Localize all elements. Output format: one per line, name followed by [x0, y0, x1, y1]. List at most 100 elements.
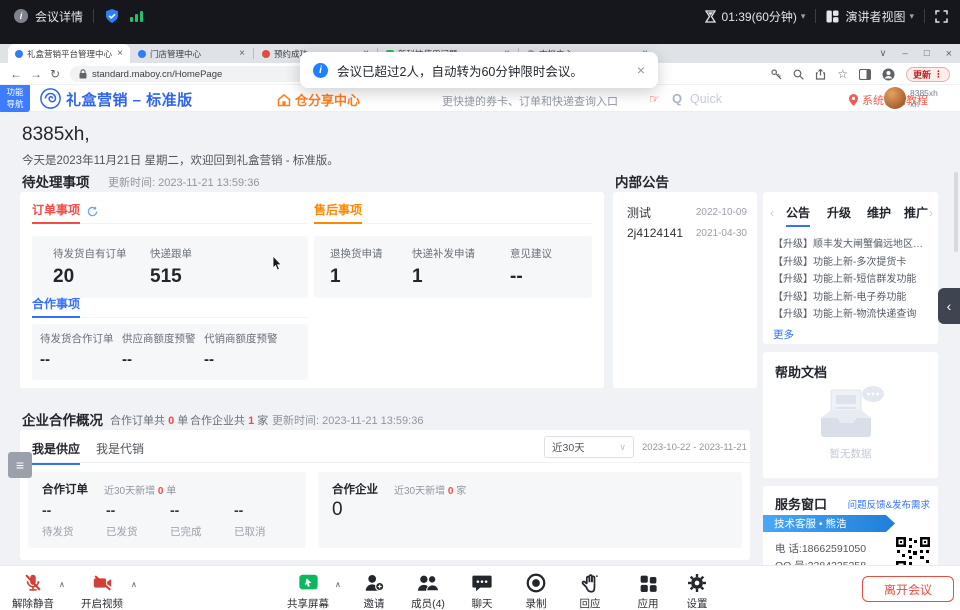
board-item[interactable]: 【升级】功能上新-多次提货卡 [773, 254, 931, 272]
panel-collapse-button[interactable]: ‹ [938, 288, 960, 324]
security-shield-icon[interactable] [104, 8, 120, 24]
back-icon[interactable]: ← [10, 67, 22, 81]
share-page-icon[interactable] [815, 69, 826, 80]
toast-close-icon[interactable]: × [637, 62, 645, 78]
stat-value: 1 [412, 266, 475, 288]
coop-orders-suffix: 单 [177, 415, 188, 427]
bookmark-star-icon[interactable]: ☆ [837, 67, 848, 81]
profile-icon[interactable] [882, 68, 895, 81]
window-close-icon[interactable]: × [946, 48, 952, 60]
quick-search-q-icon[interactable]: Q [672, 91, 682, 106]
window-maximize-icon[interactable]: □ [924, 48, 930, 59]
unmute-button[interactable]: 解除静音 [1, 571, 65, 610]
board-item[interactable]: 【升级】顺丰发大闸蟹偏远地区不成功问... [773, 236, 931, 254]
stat-value: -- [510, 266, 552, 288]
order-stats-box: 待发货自有订单20 快递跟单515 [32, 236, 308, 298]
page-scrollbar[interactable] [954, 172, 958, 252]
app-logo [40, 88, 61, 109]
board-next-icon[interactable]: › [929, 206, 933, 220]
more-vert-icon[interactable]: ⋮ [934, 69, 943, 80]
update-label: 更新 [913, 68, 931, 81]
mic-options-caret[interactable]: ∧ [59, 580, 65, 589]
network-signal-icon[interactable] [130, 11, 143, 22]
meeting-info-icon[interactable]: i [14, 9, 28, 23]
hourglass-icon [705, 10, 716, 23]
stat-value: -- [42, 502, 74, 518]
reload-icon[interactable]: ↻ [50, 67, 60, 81]
tab-close-icon[interactable]: × [117, 48, 123, 59]
share-center-link[interactable]: 仓分享中心 [277, 90, 360, 109]
window-minimize-icon[interactable]: – [903, 48, 908, 59]
view-dropdown-icon[interactable]: ▾ [909, 11, 914, 22]
share-screen-button[interactable]: 共享屏幕 [276, 571, 340, 610]
qq-label: QQ 号: [775, 558, 808, 565]
refresh-icon[interactable] [87, 206, 98, 217]
help-docs-title: 帮助文档 [775, 362, 827, 381]
coop-matters-tab[interactable]: 合作事项 [32, 294, 80, 318]
board-tab-notice[interactable]: 公告 [786, 204, 810, 227]
tab-favicon [15, 50, 23, 58]
fullscreen-icon[interactable] [935, 10, 948, 23]
stat-label: 已发货 [106, 524, 138, 539]
board-tab-upgrade[interactable]: 升级 [827, 204, 851, 221]
start-video-button[interactable]: 开启视频 [70, 571, 134, 610]
forward-icon[interactable]: → [30, 67, 42, 81]
stat-value: 515 [150, 266, 192, 288]
tab-i-am-supplier[interactable]: 我是供应 [32, 440, 80, 465]
password-key-icon[interactable] [771, 69, 782, 80]
coop-orders-total: 0 [168, 415, 174, 427]
notice-name: 2j4124141 [627, 226, 683, 240]
settings-button[interactable]: 设置 [665, 571, 729, 610]
browser-tab-1[interactable]: 礼盒营销平台管理中心 × [8, 44, 130, 63]
leave-meeting-button[interactable]: 离开会议 [862, 576, 954, 602]
tab-i-am-distributor[interactable]: 我是代销 [96, 440, 144, 457]
browser-tab-2[interactable]: 门店管理中心 × [131, 44, 252, 63]
function-nav-badge[interactable]: 功能 导航 [0, 85, 30, 112]
board-item[interactable]: 【升级】功能上新-物流快递查询 [773, 306, 931, 324]
board-tab-promo[interactable]: 推广 [904, 204, 928, 221]
order-matters-tab[interactable]: 订单事项 [32, 200, 80, 224]
floating-menu-widget[interactable]: ≡ [8, 452, 32, 478]
side-panel-icon[interactable] [859, 69, 871, 80]
reaction-button[interactable]: 回应 [558, 571, 622, 610]
video-options-caret[interactable]: ∧ [131, 580, 137, 589]
stat-label: 退换货申请 [330, 246, 383, 261]
meeting-toast: i 会议已超过2人，自动转为60分钟限时会议。 × [300, 52, 658, 88]
board-item[interactable]: 【升级】功能上新-电子券功能 [773, 289, 931, 307]
support-agent-ribbon: 技术客服 • 熊浩 [763, 515, 895, 532]
stat-label: 快递跟单 [150, 246, 192, 261]
browser-update-button[interactable]: 更新 ⋮ [906, 67, 950, 82]
mic-off-icon [1, 571, 65, 594]
zoom-icon[interactable] [793, 69, 804, 80]
divider [815, 9, 816, 23]
new-suffix: 单 [166, 486, 176, 497]
quick-search-label[interactable]: Quick [690, 92, 722, 106]
warehouse-house-icon [277, 93, 291, 107]
new-suffix: 家 [456, 486, 466, 497]
date-range-text[interactable]: 2023-10-22 - 2023-11-21 [642, 442, 747, 453]
nav-badge-line1: 功能 [0, 86, 30, 98]
coop-updated: 更新时间: 2023-11-21 13:59:36 [272, 412, 423, 428]
meeting-details-label[interactable]: 会议详情 [35, 8, 83, 25]
chevron-left-icon: ‹ [947, 298, 952, 314]
user-avatar[interactable] [884, 87, 906, 109]
coop-orders-panel: 合作订单 近30天新增 0 单 --待发货 --已发货 --已完成 --已取消 [28, 472, 306, 548]
toast-info-icon: i [313, 63, 328, 78]
notice-row[interactable]: 2j4124141 2021-04-30 [613, 226, 757, 240]
timer-dropdown-icon[interactable]: ▾ [801, 11, 806, 22]
window-menu-icon[interactable]: ∨ [880, 48, 887, 59]
board-item[interactable]: 【升级】功能上新-短信群发功能 [773, 271, 931, 289]
mouse-cursor [272, 256, 284, 272]
board-prev-icon[interactable]: ‹ [770, 206, 774, 220]
stat-label: 已完成 [170, 524, 202, 539]
feedback-link[interactable]: 问题反馈&发布需求 [848, 497, 930, 511]
date-range-select[interactable]: 近30天 ∨ [544, 436, 634, 458]
notice-row[interactable]: 测试 2022-10-09 [613, 204, 757, 221]
share-options-caret[interactable]: ∧ [335, 580, 341, 589]
username[interactable]: 8385xh [910, 88, 938, 99]
board-more-link[interactable]: 更多 [773, 327, 931, 342]
aftersale-matters-tab[interactable]: 售后事项 [314, 200, 362, 224]
board-tab-maintenance[interactable]: 维护 [867, 204, 891, 221]
view-mode-label[interactable]: 演讲者视图 [845, 8, 905, 25]
tab-close-icon[interactable]: × [239, 48, 245, 59]
